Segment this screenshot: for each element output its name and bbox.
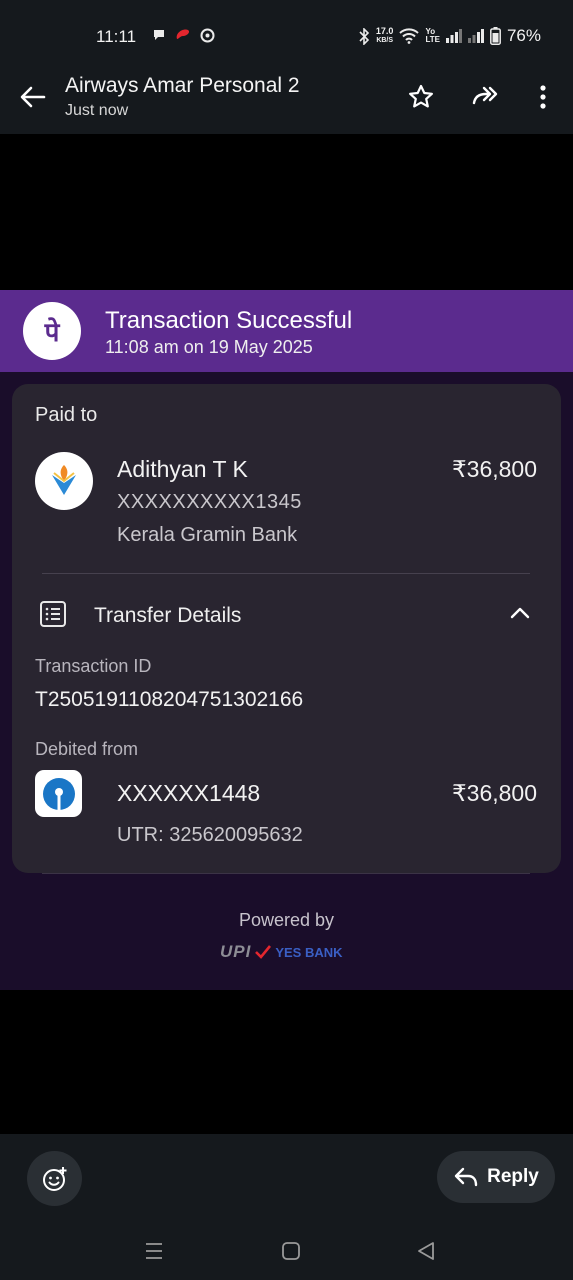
upi-logo-text: UPI xyxy=(220,942,252,961)
receipt-card: Paid to Adithyan T K ₹36,800 XXXXXXXXXX1… xyxy=(12,384,561,873)
upi-yes-bank-logo: UPI YES BANK xyxy=(220,942,343,962)
transfer-details-title: Transfer Details xyxy=(94,604,242,627)
signal-icon-sim1 xyxy=(445,29,462,43)
status-right: 17.0 KB/S Yo LTE 76% xyxy=(358,26,541,46)
battery-icon xyxy=(490,27,501,45)
bluetooth-icon xyxy=(359,27,370,45)
divider xyxy=(42,873,530,874)
airtel-icon xyxy=(176,29,190,39)
bank-logo xyxy=(35,452,93,510)
debit-amount: ₹36,800 xyxy=(452,780,537,806)
yes-bank-text: YES BANK xyxy=(275,944,343,960)
paid-to-label: Paid to xyxy=(35,404,98,426)
sbi-logo xyxy=(35,770,82,817)
message-header: Airways Amar Personal 2 Just now xyxy=(0,66,573,134)
debit-account-number: XXXXXX1448 xyxy=(117,780,261,806)
transaction-status: Transaction Successful xyxy=(105,307,353,334)
app-notification-icon xyxy=(200,28,215,42)
receipt-details-icon xyxy=(40,601,66,627)
payee-name: Adithyan T K xyxy=(117,456,248,482)
reply-button[interactable]: Reply xyxy=(437,1151,555,1203)
status-banner: पे Transaction Successful 11:08 am on 19… xyxy=(0,290,573,372)
more-options-icon[interactable] xyxy=(529,83,557,111)
transaction-id-value: T2505191108204751302166 xyxy=(35,688,304,711)
payment-receipt-image[interactable]: पे Transaction Successful 11:08 am on 19… xyxy=(0,290,573,990)
status-time: 11:11 xyxy=(96,27,137,46)
kerala-gramin-bank-logo-icon xyxy=(52,465,76,495)
reply-arrow-icon xyxy=(454,1167,478,1187)
back-nav-icon[interactable] xyxy=(415,1240,437,1262)
network-speed-unit: KB/S xyxy=(376,37,394,44)
paid-amount: ₹36,800 xyxy=(452,456,537,482)
network-speed: 17.0 KB/S xyxy=(376,27,394,45)
chat-bubble-icon xyxy=(154,30,164,40)
wifi-icon xyxy=(399,28,420,44)
network-speed-value: 17.0 xyxy=(375,26,394,36)
payee-account-number: XXXXXXXXXX1345 xyxy=(117,491,302,513)
powered-by-label: Powered by xyxy=(238,910,335,930)
debited-from-label: Debited from xyxy=(35,739,139,759)
status-bar: 11:11 17.0 KB/S Yo LTE 76% xyxy=(0,0,573,66)
transaction-id-label: Transaction ID xyxy=(35,656,152,676)
star-icon[interactable] xyxy=(407,83,435,111)
phonepe-logo-glyph: पे xyxy=(44,318,60,348)
chevron-up-icon xyxy=(510,607,530,619)
transaction-timestamp: 11:08 am on 19 May 2025 xyxy=(105,337,313,357)
forward-icon[interactable] xyxy=(471,83,499,111)
recent-apps-icon[interactable] xyxy=(143,1240,165,1262)
notification-icons xyxy=(152,27,215,43)
payee-bank-name: Kerala Gramin Bank xyxy=(117,524,298,546)
volte-bottom: LTE xyxy=(425,35,440,44)
battery-percent: 76% xyxy=(506,26,541,45)
utr-number: UTR: 325620095632 xyxy=(117,824,303,846)
back-arrow-icon[interactable] xyxy=(18,82,48,112)
signal-icon-sim2 xyxy=(467,29,484,43)
divider xyxy=(42,573,530,574)
react-button[interactable] xyxy=(27,1151,82,1206)
phonepe-logo: पे xyxy=(23,302,81,360)
checkmark-icon xyxy=(255,945,272,959)
sbi-logo-icon xyxy=(42,777,75,810)
home-icon[interactable] xyxy=(280,1240,302,1262)
reply-label: Reply xyxy=(487,1166,539,1187)
add-reaction-icon xyxy=(42,1166,66,1191)
volte-indicator: Yo LTE xyxy=(425,28,440,44)
conversation-title: Airways Amar Personal 2 xyxy=(65,74,300,97)
bottom-action-bar: Reply xyxy=(0,1134,573,1280)
message-time: Just now xyxy=(65,102,129,119)
